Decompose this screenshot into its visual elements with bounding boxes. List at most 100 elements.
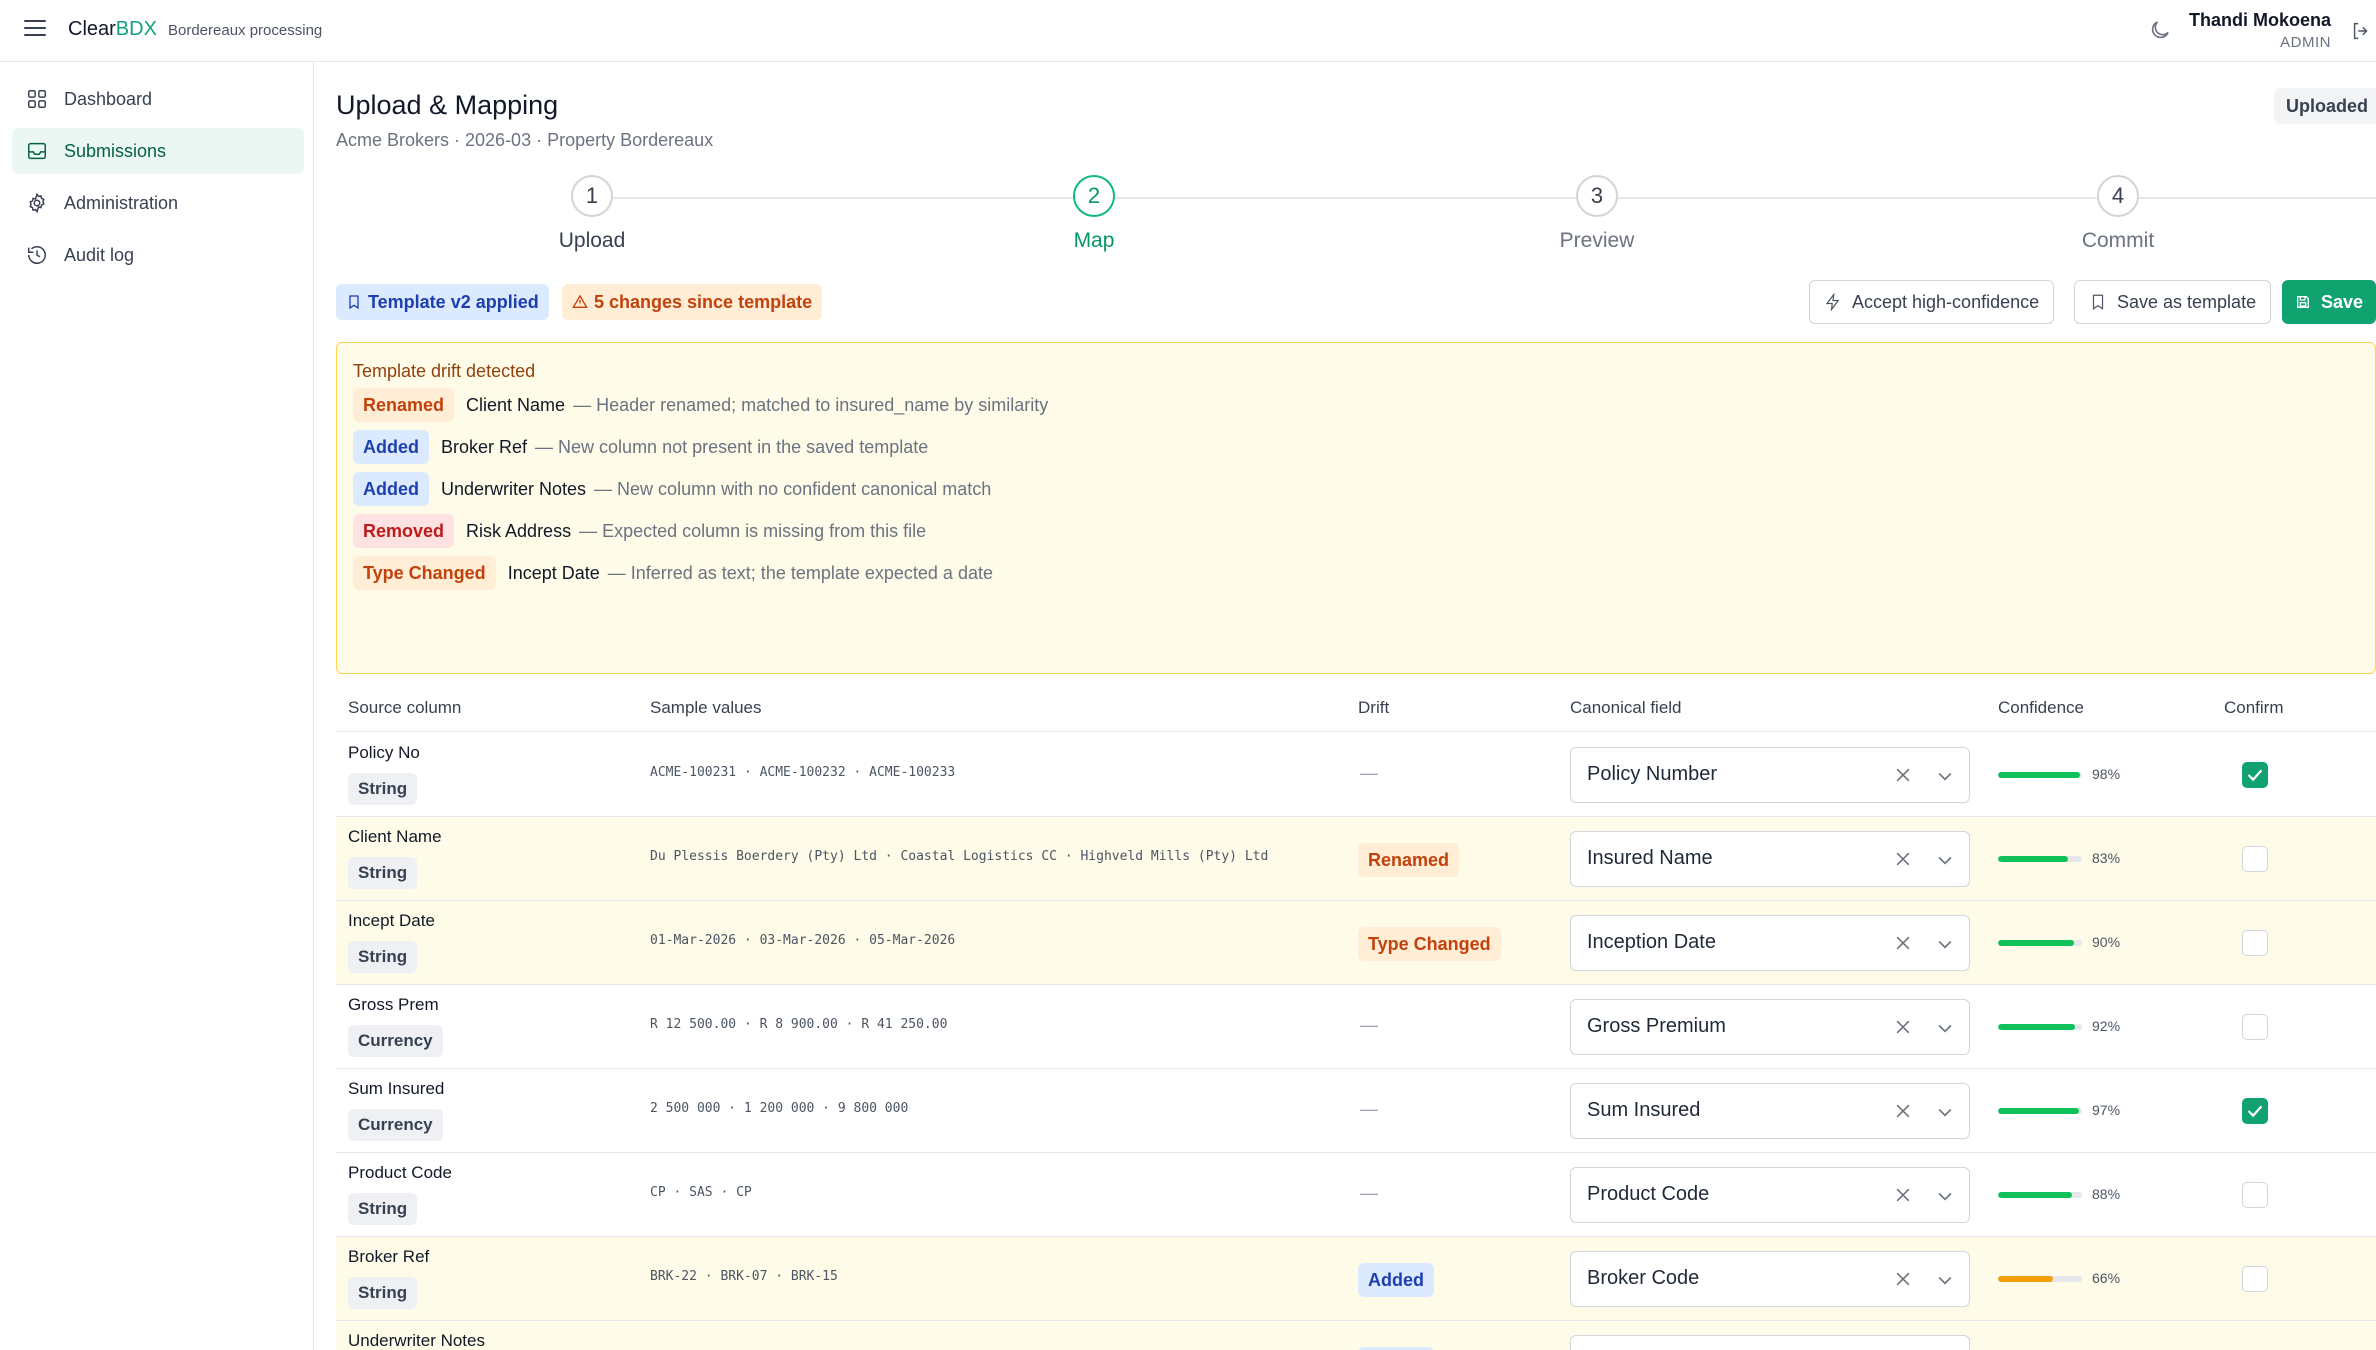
- canonical-field-select[interactable]: Policy Number: [1570, 747, 1970, 803]
- confirm-checkbox[interactable]: [2242, 1098, 2268, 1124]
- clear-icon[interactable]: [1893, 1017, 1913, 1037]
- confidence-bar: [1998, 1192, 2082, 1198]
- confidence-bar: [1998, 772, 2082, 778]
- canonical-field-value: Insured Name: [1587, 847, 1713, 869]
- table-row: Gross Prem Currency R 12 500.00 · R 8 90…: [336, 985, 2376, 1069]
- canonical-field-value: Policy Number: [1587, 763, 1718, 785]
- drift-item: Removed Risk Address — Expected column i…: [353, 513, 926, 549]
- canonical-field-select[interactable]: Broker Code: [1570, 1251, 1970, 1307]
- confidence-value: 90%: [2092, 934, 2121, 950]
- table-row: Policy No String ACME-100231 · ACME-1002…: [336, 733, 2376, 817]
- drift-cell: Type Changed: [1358, 927, 1513, 961]
- clear-icon[interactable]: [1893, 1101, 1913, 1121]
- brand-accent: BDX: [115, 18, 157, 40]
- source-column-name: Incept Date: [348, 911, 435, 930]
- sample-values: R 12 500.00 · R 8 900.00 · R 41 250.00: [650, 1017, 948, 1032]
- canonical-field-select[interactable]: Gross Premium: [1570, 999, 1970, 1055]
- drift-column: Incept Date: [507, 562, 600, 583]
- bookmark-icon: [2092, 294, 2104, 310]
- inbox-icon: [28, 142, 46, 160]
- canonical-field-value: Sum Insured: [1587, 1099, 1701, 1121]
- confidence-value: 88%: [2092, 1186, 2121, 1202]
- drift-item: Type Changed Incept Date — Inferred as t…: [353, 555, 993, 591]
- confirm-checkbox[interactable]: [2242, 930, 2268, 956]
- table-row: Sum Insured Currency 2 500 000 · 1 200 0…: [336, 1069, 2376, 1153]
- clear-icon[interactable]: [1893, 1185, 1913, 1205]
- sidebar-item-audit-log[interactable]: Audit log: [12, 232, 304, 278]
- confirm-checkbox[interactable]: [2242, 846, 2268, 872]
- drift-tag: Removed: [353, 514, 455, 548]
- bookmark-icon: [349, 295, 359, 310]
- step-label: Map: [1073, 229, 1115, 252]
- clear-icon[interactable]: [1893, 849, 1913, 869]
- sample-values: ACME-100231 · ACME-100232 · ACME-100233: [650, 765, 956, 780]
- drift-column: Broker Ref: [441, 436, 528, 457]
- brand-name: Clear: [68, 18, 116, 40]
- main-content: Upload & Mapping Acme Brokers · 2026-03 …: [336, 62, 2376, 1350]
- confirm-checkbox[interactable]: [2242, 1266, 2268, 1292]
- header-samples: Sample values: [650, 698, 762, 717]
- canonical-field-select[interactable]: Product Code: [1570, 1167, 1970, 1223]
- sidebar-item-dashboard[interactable]: Dashboard: [12, 76, 304, 122]
- confidence-bar: [1998, 1024, 2082, 1030]
- type-badge: Currency: [348, 1109, 443, 1141]
- canonical-field-select[interactable]: Insured Name: [1570, 831, 1970, 887]
- chevron-down-icon[interactable]: [1935, 1186, 1955, 1206]
- chevron-down-icon[interactable]: [1935, 850, 1955, 870]
- accept-high-confidence-button[interactable]: Accept high-confidence: [1809, 280, 2055, 324]
- history-icon: [28, 246, 46, 264]
- type-badge: Currency: [348, 1025, 443, 1057]
- confirm-checkbox[interactable]: [2242, 1182, 2268, 1208]
- step-number: 1: [571, 175, 613, 217]
- confidence-bar: [1998, 1108, 2082, 1114]
- top-bar: ClearBDX Bordereaux processing Thandi Mo…: [0, 0, 2376, 62]
- save-as-template-button[interactable]: Save as template: [2074, 280, 2272, 324]
- check-icon: [2247, 1105, 2263, 1118]
- moon-icon[interactable]: [2148, 17, 2172, 43]
- page-title: Upload & Mapping: [336, 90, 559, 120]
- step-commit[interactable]: 4 Commit: [2018, 175, 2218, 253]
- clear-icon[interactable]: [1893, 933, 1913, 953]
- canonical-field-select[interactable]: Sum Insured: [1570, 1083, 1970, 1139]
- drift-tag: Renamed: [353, 388, 455, 422]
- confidence-value: 98%: [2092, 766, 2121, 782]
- canonical-field-select[interactable]: — Unmapped —: [1570, 1335, 1970, 1350]
- brand-logo[interactable]: ClearBDX: [68, 18, 157, 41]
- confidence-fill: [1998, 1192, 2072, 1198]
- drift-badge: Renamed: [1358, 843, 1460, 877]
- chevron-down-icon[interactable]: [1935, 1270, 1955, 1290]
- drift-column: Risk Address: [466, 520, 572, 541]
- chevron-down-icon[interactable]: [1935, 1102, 1955, 1122]
- drift-panel: Template drift detected Renamed Client N…: [336, 342, 2376, 674]
- confirm-checkbox[interactable]: [2242, 1014, 2268, 1040]
- sidebar: Dashboard Submissions Administration Aud…: [0, 62, 314, 1350]
- sidebar-item-label: Administration: [64, 192, 179, 213]
- chevron-down-icon[interactable]: [1935, 1018, 1955, 1038]
- logout-icon[interactable]: [2350, 20, 2372, 42]
- warning-icon: [572, 294, 588, 308]
- step-map[interactable]: 2 Map: [994, 175, 1194, 253]
- changes-badge: 5 changes since template: [562, 284, 823, 320]
- canonical-field-value: Product Code: [1587, 1183, 1710, 1205]
- canonical-field-value: Broker Code: [1587, 1267, 1700, 1289]
- step-preview[interactable]: 3 Preview: [1497, 175, 1697, 253]
- clear-icon[interactable]: [1893, 1269, 1913, 1289]
- step-number: 3: [1576, 175, 1618, 217]
- drift-none: —: [1360, 1099, 1378, 1119]
- sidebar-item-label: Dashboard: [64, 88, 153, 109]
- chevron-down-icon[interactable]: [1935, 766, 1955, 786]
- sidebar-item-submissions[interactable]: Submissions: [12, 128, 304, 174]
- menu-icon[interactable]: [24, 20, 46, 40]
- save-template-label: Save as template: [2117, 291, 2257, 312]
- confirm-checkbox[interactable]: [2242, 762, 2268, 788]
- clear-icon[interactable]: [1893, 765, 1913, 785]
- canonical-field-select[interactable]: Inception Date: [1570, 915, 1970, 971]
- chevron-down-icon[interactable]: [1935, 934, 1955, 954]
- confidence-value: 66%: [2092, 1270, 2121, 1286]
- sidebar-item-administration[interactable]: Administration: [12, 180, 304, 226]
- save-button[interactable]: Save: [2282, 280, 2376, 324]
- drift-none: —: [1360, 763, 1378, 783]
- step-upload[interactable]: 1 Upload: [492, 175, 692, 253]
- app-subtitle: Bordereaux processing: [168, 22, 323, 39]
- drift-cell: Renamed: [1358, 843, 1471, 877]
